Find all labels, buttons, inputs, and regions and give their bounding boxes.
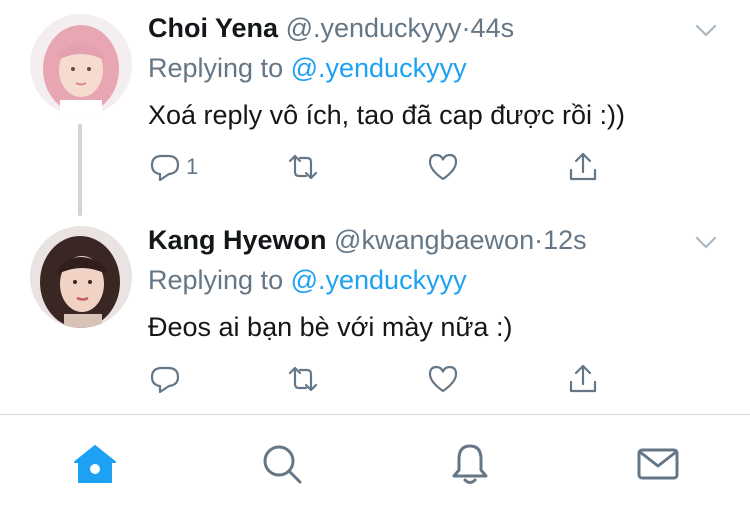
- tab-messages[interactable]: [633, 439, 683, 489]
- tweet[interactable]: Kang Hyewon @kwangbaewon·12s Replying to…: [0, 212, 750, 412]
- tweet-header: Kang Hyewon @kwangbaewon·12s: [148, 224, 587, 256]
- replying-handle-link[interactable]: @.yenduckyyy: [291, 265, 467, 295]
- replying-to: Replying to @.yenduckyyy: [148, 52, 467, 84]
- share-icon: [569, 152, 597, 181]
- retweet-button[interactable]: [286, 359, 320, 399]
- notifications-icon: [452, 444, 488, 484]
- avatar[interactable]: [30, 226, 132, 328]
- retweet-button[interactable]: [286, 147, 320, 187]
- replying-to: Replying to @.yenduckyyy: [148, 264, 467, 296]
- chevron-down-icon[interactable]: [692, 228, 720, 256]
- tweet-text: Đeos ai bạn bè với mày nữa :): [148, 312, 513, 342]
- chevron-down-icon[interactable]: [692, 16, 720, 44]
- tweet-header: Choi Yena @.yenduckyyy·44s: [148, 12, 514, 44]
- tab-search[interactable]: [257, 439, 307, 489]
- heart-icon: [428, 365, 458, 393]
- author-handle[interactable]: @.yenduckyyy: [286, 13, 462, 43]
- share-button[interactable]: [566, 147, 600, 187]
- replying-prefix: Replying to: [148, 265, 291, 295]
- author-handle[interactable]: @kwangbaewon: [334, 225, 534, 255]
- reply-button[interactable]: 1: [148, 147, 198, 187]
- tweet-text: Xoá reply vô ích, tao đã cap được rồi :)…: [148, 100, 625, 130]
- like-button[interactable]: [426, 147, 460, 187]
- tab-notifications[interactable]: [445, 439, 495, 489]
- avatar[interactable]: [30, 14, 132, 116]
- bottom-tab-bar: [0, 414, 750, 514]
- search-icon: [263, 445, 302, 484]
- tab-home[interactable]: [70, 439, 120, 489]
- author-name[interactable]: Kang Hyewon: [148, 225, 327, 255]
- reply-icon: [150, 366, 180, 394]
- tweet-actions: 1: [148, 147, 618, 187]
- tweet[interactable]: Choi Yena @.yenduckyyy·44s Replying to @…: [0, 0, 750, 216]
- reply-button[interactable]: [148, 359, 186, 399]
- separator: ·: [534, 225, 544, 255]
- reply-count: 1: [186, 154, 199, 179]
- share-button[interactable]: [566, 359, 600, 399]
- messages-icon: [637, 448, 679, 480]
- tweet-actions: [148, 359, 618, 399]
- like-button[interactable]: [426, 359, 460, 399]
- share-icon: [569, 364, 597, 393]
- timestamp[interactable]: 44s: [471, 13, 515, 43]
- thread-line: [78, 124, 82, 216]
- retweet-icon: [288, 154, 318, 180]
- heart-icon: [428, 153, 458, 181]
- replying-prefix: Replying to: [148, 53, 291, 83]
- replying-handle-link[interactable]: @.yenduckyyy: [291, 53, 467, 83]
- reply-icon: [150, 154, 180, 182]
- timestamp[interactable]: 12s: [543, 225, 587, 255]
- retweet-icon: [288, 366, 318, 392]
- author-name[interactable]: Choi Yena: [148, 13, 278, 43]
- separator: ·: [461, 13, 471, 43]
- home-icon: [74, 445, 116, 483]
